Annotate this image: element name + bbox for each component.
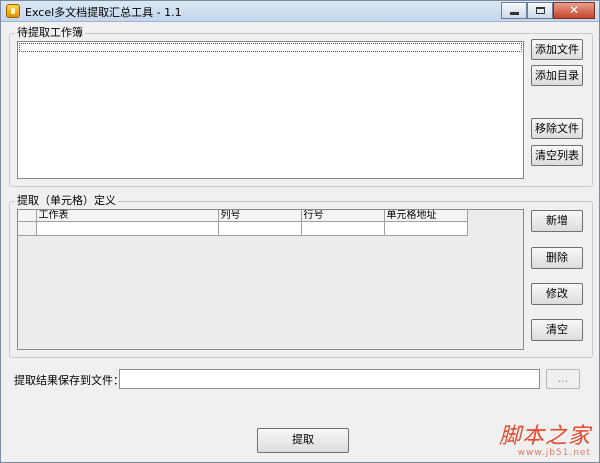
watermark: 脚本之家 www.jb51.net [499,418,591,458]
table-cell[interactable] [384,221,468,236]
maximize-button[interactable] [527,2,553,19]
add-button[interactable]: 新增 [531,210,583,232]
table-cell[interactable] [301,221,385,236]
grid-corner-header [18,210,37,222]
extract-button[interactable]: 提取 [257,428,349,453]
row-header[interactable] [18,221,37,236]
definition-grid[interactable]: 工作表 列号 行号 单元格地址 [17,209,524,350]
app-window: Excel多文档提取汇总工具 - 1.1 ✕ 待提取工作簿 添加文件 添加目录 … [0,0,600,463]
minimize-icon [510,12,519,15]
close-button[interactable]: ✕ [553,2,595,19]
column-header-row[interactable]: 行号 [301,210,385,222]
table-row[interactable] [18,221,468,236]
clear-list-button[interactable]: 清空列表 [531,145,583,166]
table-cell[interactable] [218,221,302,236]
delete-button[interactable]: 删除 [531,247,583,269]
close-icon: ✕ [568,3,580,17]
add-file-button[interactable]: 添加文件 [531,39,583,60]
table-cell[interactable] [36,221,219,236]
workbook-list[interactable] [17,41,524,179]
edit-button[interactable]: 修改 [531,283,583,305]
app-icon [6,4,20,18]
minimize-button[interactable] [501,2,527,19]
maximize-icon [536,7,545,14]
add-folder-button[interactable]: 添加目录 [531,65,583,86]
save-file-label: 提取结果保存到文件： [14,374,124,387]
extract-group-label: 提取（单元格）定义 [15,194,118,208]
list-focus-row [19,43,522,52]
remove-file-button[interactable]: 移除文件 [531,118,583,139]
save-file-input[interactable] [119,369,540,389]
window-title: Excel多文档提取汇总工具 - 1.1 [25,6,182,19]
workbooks-group-label: 待提取工作簿 [15,26,85,40]
watermark-text: 脚本之家 [498,424,591,449]
title-bar: Excel多文档提取汇总工具 - 1.1 ✕ [1,1,599,22]
clear-button[interactable]: 清空 [531,319,583,341]
column-header-cell-address[interactable]: 单元格地址 [384,210,468,222]
browse-button[interactable]: ... [546,369,580,389]
column-header-sheet[interactable]: 工作表 [36,210,219,222]
column-header-column[interactable]: 列号 [218,210,302,222]
